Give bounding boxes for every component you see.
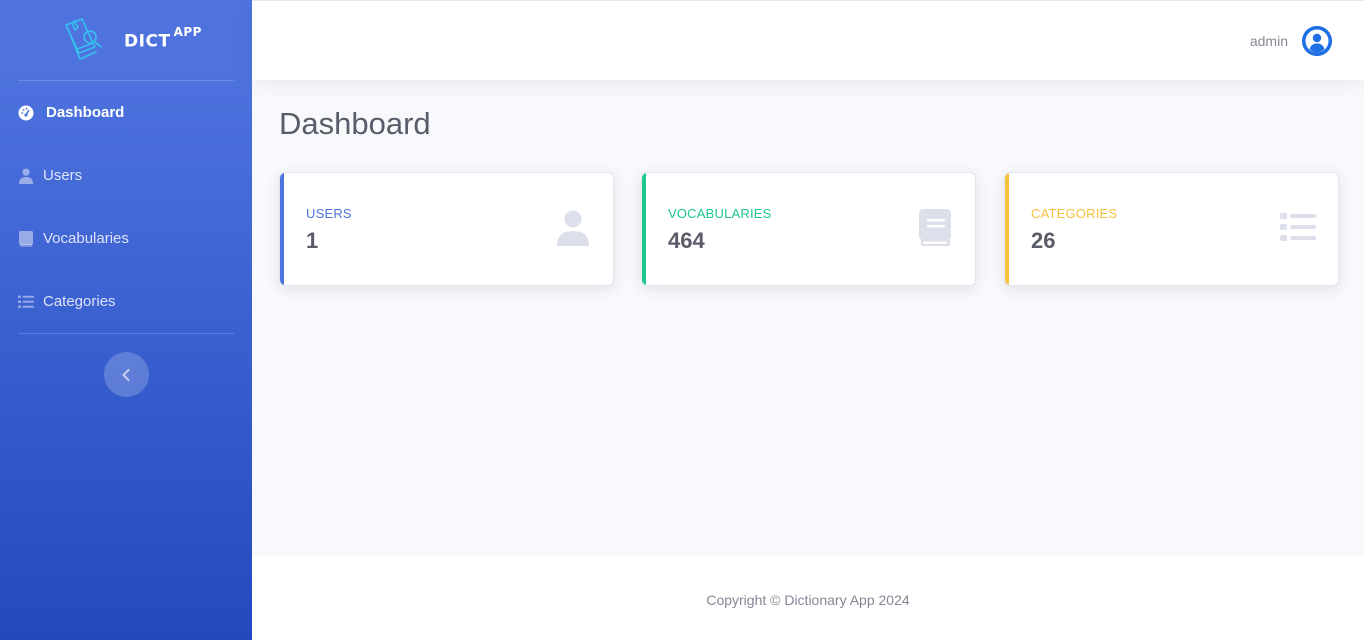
book-icon xyxy=(919,209,951,246)
brand-link[interactable]: DICT APP xyxy=(0,0,252,80)
sidebar-item-users[interactable]: Users xyxy=(0,144,252,207)
sidebar-item-label: Vocabularies xyxy=(43,230,129,247)
sidebar-item-dashboard[interactable]: Dashboard xyxy=(0,81,252,144)
topbar: admin xyxy=(252,0,1364,80)
chevron-left-icon xyxy=(122,368,130,381)
brand-name: DICT APP xyxy=(124,24,202,52)
user-name[interactable]: admin xyxy=(1250,33,1288,49)
sidebar-item-vocabularies[interactable]: Vocabularies xyxy=(0,207,252,270)
avatar[interactable] xyxy=(1302,25,1332,56)
card-value: 26 xyxy=(1031,228,1056,253)
sidebar-toggle-button[interactable] xyxy=(103,352,149,397)
book-icon xyxy=(18,230,34,247)
copyright-text: Copyright © Dictionary App 2024 xyxy=(706,592,910,608)
card-label: USERS xyxy=(306,206,352,221)
stat-card-vocabularies: VOCABULARIES 464 xyxy=(641,172,976,286)
sidebar-item-label: Users xyxy=(43,167,83,184)
card-label: CATEGORIES xyxy=(1031,206,1118,221)
card-value: 464 xyxy=(668,228,705,253)
card-value: 1 xyxy=(306,228,319,253)
footer: Copyright © Dictionary App 2024 xyxy=(252,556,1364,640)
tachometer-icon xyxy=(18,105,34,121)
sidebar-item-label: Dashboard xyxy=(46,104,125,121)
list-icon xyxy=(18,294,34,310)
sidebar-divider xyxy=(18,333,234,334)
stat-card-categories: CATEGORIES 26 xyxy=(1004,172,1339,286)
sidebar: DICT APP Dashboard Users Vocabularies Ca… xyxy=(0,0,252,640)
user-circle-icon xyxy=(1302,25,1332,56)
sidebar-item-categories[interactable]: Categories xyxy=(0,270,252,333)
sidebar-toggle-wrap xyxy=(0,352,252,397)
sidebar-item-label: Categories xyxy=(43,293,116,310)
user-icon xyxy=(557,210,589,246)
list-icon xyxy=(1280,213,1316,241)
page-title: Dashboard xyxy=(279,106,431,141)
user-icon xyxy=(18,168,34,184)
dictionary-logo-icon xyxy=(65,18,102,60)
stat-card-users: USERS 1 xyxy=(279,172,614,286)
card-label: VOCABULARIES xyxy=(668,206,772,221)
